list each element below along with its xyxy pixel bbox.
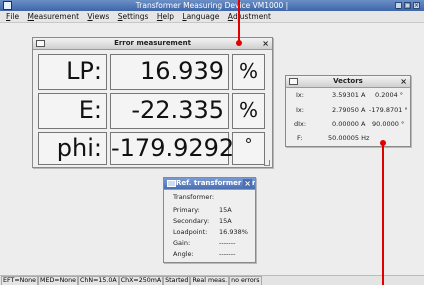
annotation-overlay xyxy=(236,0,386,285)
annotation-dot xyxy=(380,140,386,146)
annotation-dot xyxy=(236,40,242,46)
